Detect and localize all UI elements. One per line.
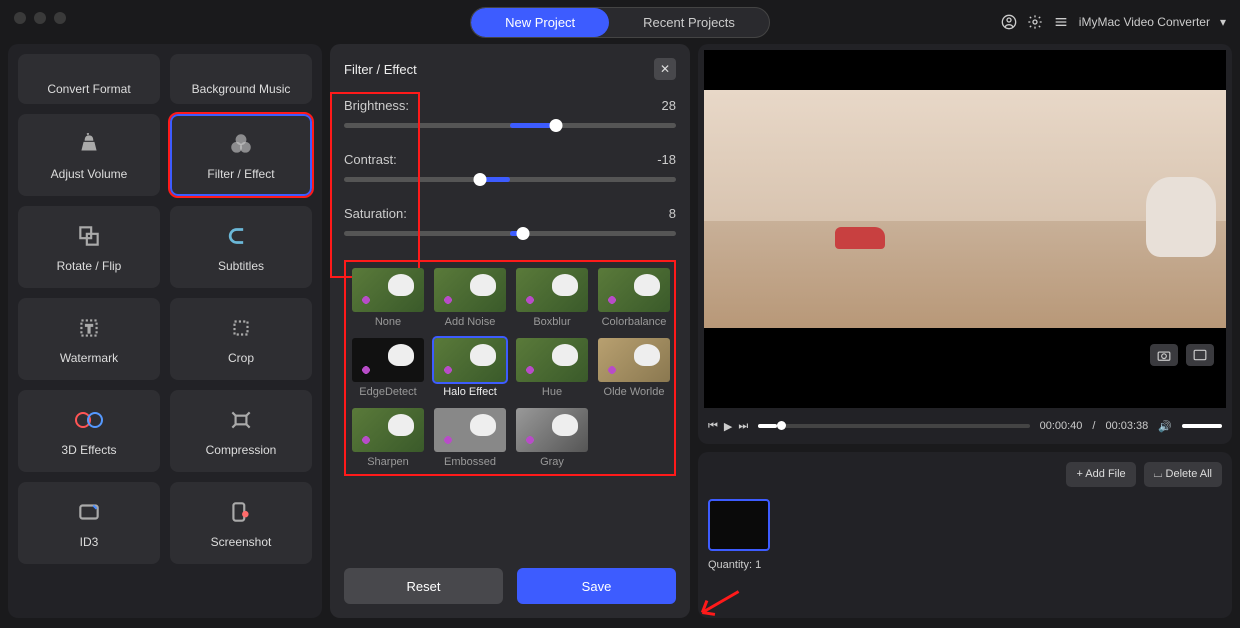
crop-icon	[226, 313, 256, 343]
tool-label: Screenshot	[211, 535, 272, 549]
menu-icon[interactable]	[1053, 14, 1069, 30]
video-preview-panel: ⏮ ▶ ⏭ 00:00:40/00:03:38 🔊	[698, 44, 1232, 444]
close-panel-button[interactable]: ✕	[654, 58, 676, 80]
play-button[interactable]: ▶	[724, 420, 732, 433]
add-file-button[interactable]: + Add File	[1066, 462, 1135, 487]
tool-rotate-flip[interactable]: Rotate / Flip	[18, 206, 160, 288]
next-button[interactable]: ⏭	[738, 420, 748, 433]
time-current: 00:00:40	[1040, 420, 1083, 432]
queue-panel: + Add File ⌴ Delete All Quantity: 1	[698, 452, 1232, 618]
save-button[interactable]: Save	[517, 568, 676, 604]
project-tabs: New Project Recent Projects	[470, 7, 770, 38]
fullscreen-button[interactable]	[1186, 344, 1214, 366]
tool-label: Filter / Effect	[207, 167, 274, 181]
filter-icon	[226, 129, 256, 159]
tool-label: Subtitles	[218, 259, 264, 273]
tool-label: Background Music	[192, 82, 291, 96]
time-total: 00:03:38	[1105, 420, 1148, 432]
tool-label: Compression	[206, 443, 277, 457]
volume-icon	[74, 129, 104, 159]
progress-bar[interactable]	[758, 424, 1029, 428]
tool-label: ID3	[80, 535, 99, 549]
tool-label: 3D Effects	[61, 443, 116, 457]
tools-sidebar: Convert Format Background Music Adjust V…	[8, 44, 322, 618]
filter-sharpen[interactable]: Sharpen	[352, 408, 424, 468]
tool-id3[interactable]: ID3	[18, 482, 160, 564]
tool-label: Convert Format	[47, 82, 130, 96]
filter-gray[interactable]: Gray	[516, 408, 588, 468]
saturation-slider[interactable]: Saturation: 8	[344, 206, 676, 236]
quantity-value: 1	[755, 559, 761, 571]
brightness-value: 28	[662, 98, 676, 113]
filter-none[interactable]: None	[352, 268, 424, 328]
quantity-label: Quantity:	[708, 559, 755, 571]
filter-hue[interactable]: Hue	[516, 338, 588, 398]
filter-edgedetect[interactable]: EdgeDetect	[352, 338, 424, 398]
saturation-value: 8	[669, 206, 676, 221]
tool-crop[interactable]: Crop	[170, 298, 312, 380]
app-name: iMyMac Video Converter	[1079, 15, 1210, 29]
brightness-slider[interactable]: Brightness: 28	[344, 98, 676, 128]
app-dropdown-icon[interactable]: ▾	[1220, 15, 1226, 29]
tool-label: Watermark	[60, 351, 118, 365]
filter-add-noise[interactable]: Add Noise	[434, 268, 506, 328]
video-canvas	[704, 50, 1226, 408]
contrast-label: Contrast:	[344, 152, 397, 167]
watermark-icon: T	[74, 313, 104, 343]
screenshot-icon	[226, 497, 256, 527]
compression-icon	[226, 405, 256, 435]
tool-label: Adjust Volume	[51, 167, 128, 181]
tool-screenshot[interactable]: Screenshot	[170, 482, 312, 564]
tool-3d-effects[interactable]: 3D Effects	[18, 390, 160, 472]
brightness-label: Brightness:	[344, 98, 409, 113]
volume-slider[interactable]	[1182, 424, 1222, 428]
tool-label: Crop	[228, 351, 254, 365]
filter-presets-grid: None Add Noise Boxblur Colorbalance Edge…	[344, 260, 676, 476]
panel-title: Filter / Effect	[344, 62, 417, 77]
tool-compression[interactable]: Compression	[170, 390, 312, 472]
settings-icon[interactable]	[1027, 14, 1043, 30]
prev-button[interactable]: ⏮	[708, 420, 718, 433]
id3-icon	[74, 497, 104, 527]
filter-colorbalance[interactable]: Colorbalance	[598, 268, 670, 328]
account-icon[interactable]	[1001, 14, 1017, 30]
3d-icon	[74, 405, 104, 435]
contrast-value: -18	[657, 152, 676, 167]
tool-subtitles[interactable]: Subtitles	[170, 206, 312, 288]
subtitles-icon	[226, 221, 256, 251]
filter-olde-worlde[interactable]: Olde Worlde	[598, 338, 670, 398]
filter-halo-effect[interactable]: Halo Effect	[434, 338, 506, 398]
rotate-icon	[74, 221, 104, 251]
tool-watermark[interactable]: T Watermark	[18, 298, 160, 380]
tab-new-project[interactable]: New Project	[471, 8, 609, 37]
contrast-slider[interactable]: Contrast: -18	[344, 152, 676, 182]
tool-filter-effect[interactable]: Filter / Effect	[170, 114, 312, 196]
tool-label: Rotate / Flip	[57, 259, 122, 273]
filter-boxblur[interactable]: Boxblur	[516, 268, 588, 328]
svg-text:T: T	[86, 323, 93, 335]
filter-effect-panel: Filter / Effect ✕ Brightness: 28 Contras…	[330, 44, 690, 618]
saturation-label: Saturation:	[344, 206, 407, 221]
queue-item[interactable]	[708, 499, 770, 551]
tool-convert-format[interactable]: Convert Format	[18, 54, 160, 104]
tab-recent-projects[interactable]: Recent Projects	[609, 8, 769, 37]
filter-embossed[interactable]: Embossed	[434, 408, 506, 468]
delete-all-button[interactable]: ⌴ Delete All	[1144, 462, 1222, 487]
snapshot-button[interactable]	[1150, 344, 1178, 366]
tool-adjust-volume[interactable]: Adjust Volume	[18, 114, 160, 196]
mute-button[interactable]: 🔊	[1158, 420, 1172, 433]
tool-background-music[interactable]: Background Music	[170, 54, 312, 104]
reset-button[interactable]: Reset	[344, 568, 503, 604]
